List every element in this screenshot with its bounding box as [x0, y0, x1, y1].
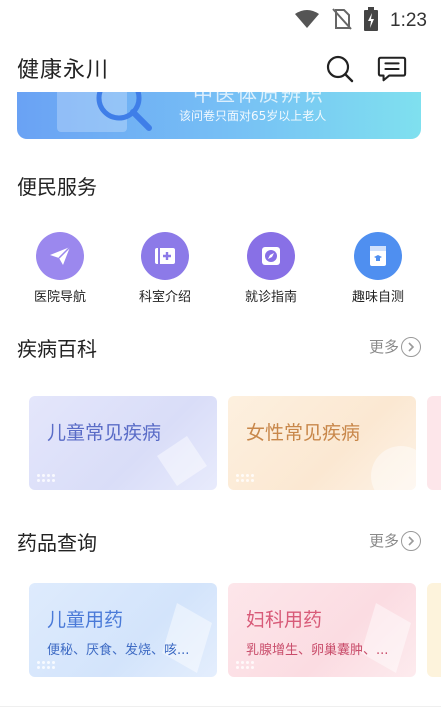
card-decoration [361, 603, 411, 673]
medical-kit-icon [141, 232, 189, 280]
service-label: 科室介绍 [138, 290, 191, 305]
service-label: 就诊指南 [244, 290, 297, 305]
no-sim-icon [332, 8, 352, 34]
disease-card-partial[interactable] [427, 396, 441, 490]
message-icon[interactable] [377, 54, 407, 84]
service-self-test[interactable]: 趣味自测 [333, 232, 423, 305]
card-dots [37, 661, 55, 669]
more-label: 更多 [368, 532, 399, 550]
more-label: 更多 [368, 338, 399, 356]
service-label: 趣味自测 [351, 290, 404, 305]
card-dots [236, 661, 254, 669]
card-description: 乳腺增生、卵巢囊肿、... [246, 643, 389, 658]
card-title: 儿童常见疾病 [47, 422, 162, 444]
compass-icon [247, 232, 295, 280]
convenience-services: 医院导航 科室介绍 就诊指南 趣味自测 [0, 232, 441, 308]
convenience-section-title: 便民服务 [17, 175, 97, 199]
card-title: 妇科用药 [246, 609, 323, 631]
card-description: 便秘、厌食、发烧、咳... [47, 643, 190, 658]
banner-title: 中医体质辨识 [193, 92, 325, 106]
status-bar: 1:23 [0, 0, 441, 44]
disease-more-link[interactable]: 更多 [369, 336, 421, 357]
app-title: 健康永川 [17, 58, 110, 83]
card-decoration [371, 446, 416, 490]
service-visit-guide[interactable]: 就诊指南 [226, 232, 316, 305]
notebook-icon [354, 232, 402, 280]
service-department-intro[interactable]: 科室介绍 [120, 232, 210, 305]
paper-plane-icon [36, 232, 84, 280]
disease-card-women[interactable]: 女性常见疾病 [228, 396, 416, 490]
wifi-icon [294, 9, 320, 33]
card-title: 儿童用药 [47, 609, 124, 631]
card-dots [37, 474, 55, 482]
drug-card-children[interactable]: 儿童用药 便秘、厌食、发烧、咳... [29, 583, 217, 677]
disease-card-children[interactable]: 儿童常见疾病 [29, 396, 217, 490]
card-title: 女性常见疾病 [246, 422, 361, 444]
status-icons: 1:23 [294, 7, 427, 35]
disease-section-title: 疾病百科 [17, 337, 97, 361]
card-decoration [162, 603, 212, 673]
service-hospital-navigation[interactable]: 医院导航 [15, 232, 105, 305]
magnifier-illustration [57, 92, 152, 132]
drug-card-gynecology[interactable]: 妇科用药 乳腺增生、卵巢囊肿、... [228, 583, 416, 677]
battery-charging-icon [364, 7, 379, 35]
app-header: 健康永川 [0, 44, 441, 92]
drug-section-title: 药品查询 [17, 531, 97, 555]
service-label: 医院导航 [33, 290, 86, 305]
chevron-right-icon [401, 336, 421, 357]
banner[interactable]: 中医体质辨识 该问卷只面对65岁以上老人 [17, 92, 421, 139]
search-icon[interactable] [325, 54, 355, 84]
status-time: 1:23 [390, 10, 427, 31]
chevron-right-icon [401, 530, 421, 551]
card-dots [236, 474, 254, 482]
bottom-tab-bar [0, 706, 441, 719]
drug-more-link[interactable]: 更多 [369, 530, 421, 551]
drug-card-partial[interactable] [427, 583, 441, 677]
banner-subtitle: 该问卷只面对65岁以上老人 [179, 109, 327, 123]
